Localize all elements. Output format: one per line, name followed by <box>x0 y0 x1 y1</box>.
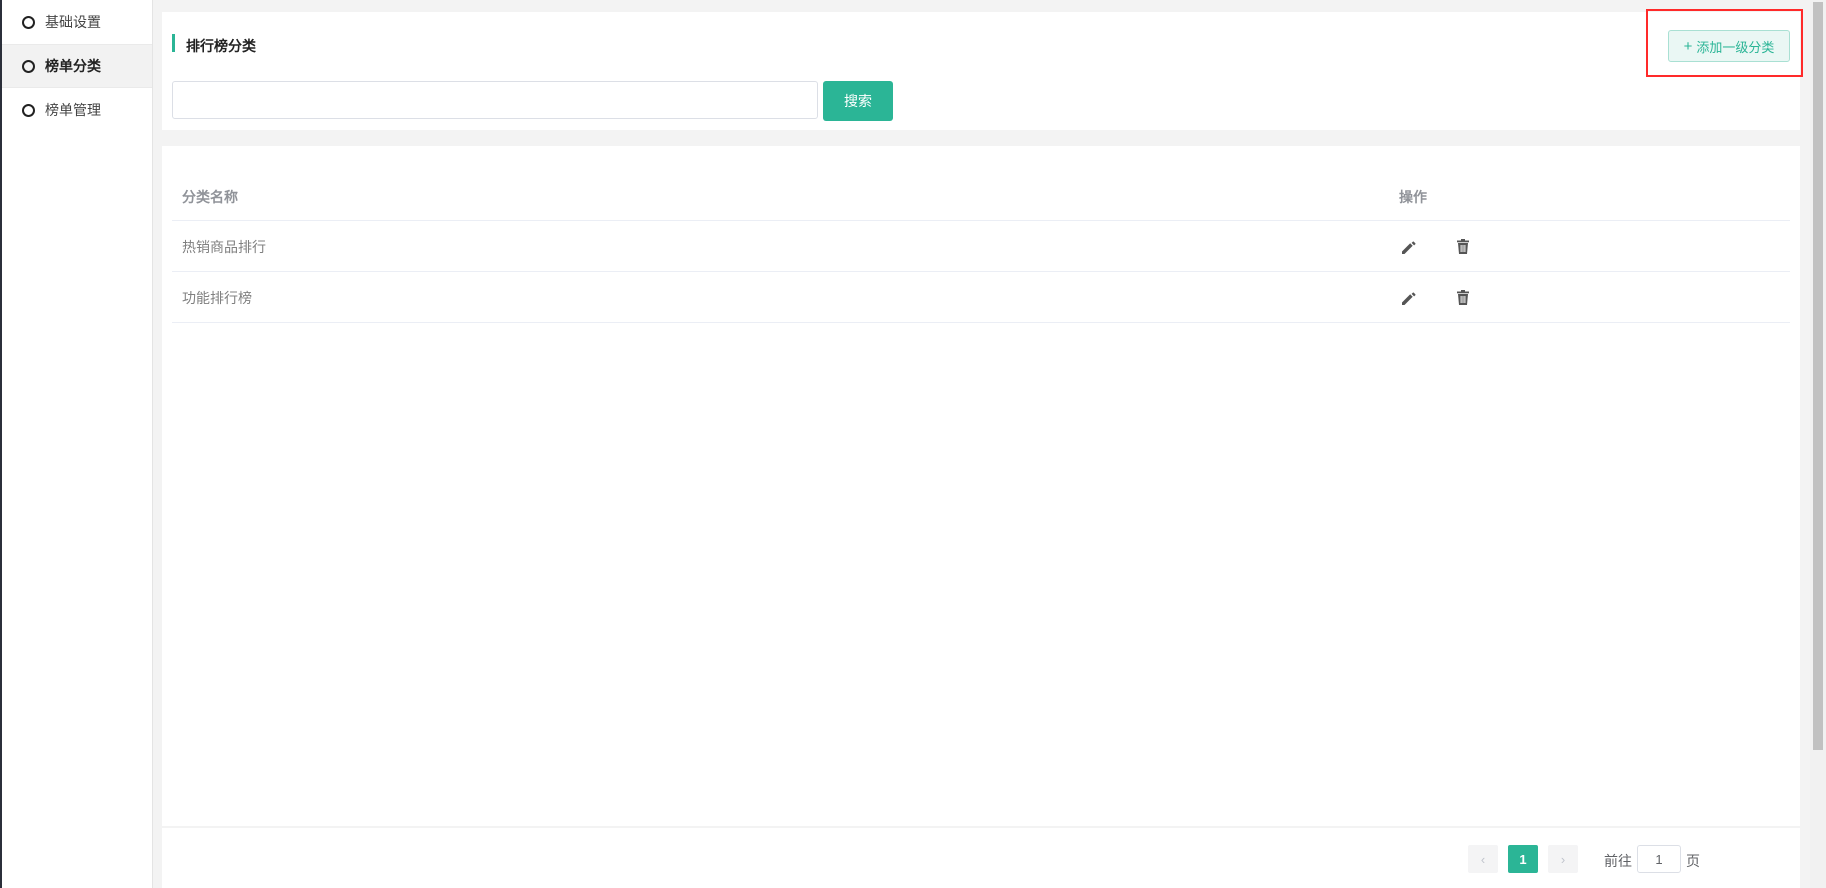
goto-page-input[interactable] <box>1637 845 1681 873</box>
plus-icon: + <box>1683 37 1693 55</box>
page-title: 排行榜分类 <box>186 38 256 54</box>
sidebar-item-label: 基础设置 <box>45 14 101 30</box>
delete-icon[interactable] <box>1453 237 1473 257</box>
sidebar-item-list-management[interactable]: 榜单管理 <box>2 88 152 132</box>
sidebar-item-basic-settings[interactable]: 基础设置 <box>2 0 152 44</box>
search-button[interactable]: 搜索 <box>823 81 893 121</box>
circle-icon <box>22 59 35 73</box>
page-number-button[interactable]: 1 <box>1508 845 1538 873</box>
filter-card: 排行榜分类 搜索 + 添加一级分类 <box>162 12 1800 130</box>
next-page-button[interactable]: › <box>1548 845 1578 873</box>
vertical-scrollbar[interactable] <box>1810 0 1826 888</box>
chevron-right-icon: › <box>1560 851 1566 867</box>
table-card: 分类名称 操作 热销商品排行 功能排行榜 <box>162 146 1800 826</box>
edit-icon[interactable] <box>1399 288 1419 308</box>
edit-icon[interactable] <box>1399 237 1419 257</box>
add-button-label: 添加一级分类 <box>1696 39 1775 55</box>
prev-page-button[interactable]: ‹ <box>1468 845 1498 873</box>
column-header-actions: 操作 <box>1399 189 1427 205</box>
delete-icon[interactable] <box>1453 288 1473 308</box>
category-name-cell: 热销商品排行 <box>182 239 266 255</box>
title-accent-bar <box>172 34 175 52</box>
sidebar: 基础设置 榜单分类 榜单管理 <box>2 0 153 888</box>
page-suffix: 页 <box>1686 853 1700 869</box>
table-header: 分类名称 操作 <box>172 171 1790 221</box>
sidebar-item-label: 榜单管理 <box>45 102 101 118</box>
add-top-category-button[interactable]: + 添加一级分类 <box>1668 30 1790 62</box>
scrollbar-thumb[interactable] <box>1813 2 1823 750</box>
circle-icon <box>22 103 35 117</box>
sidebar-item-label: 榜单分类 <box>45 58 101 74</box>
search-input[interactable] <box>172 81 818 119</box>
table-row: 功能排行榜 <box>172 272 1790 323</box>
goto-label: 前往 <box>1604 853 1632 869</box>
circle-icon <box>22 15 35 29</box>
column-header-name: 分类名称 <box>182 189 238 205</box>
category-name-cell: 功能排行榜 <box>182 290 252 306</box>
table-row: 热销商品排行 <box>172 221 1790 272</box>
pagination-bar: ‹ 1 › 前往 页 <box>162 828 1800 888</box>
chevron-left-icon: ‹ <box>1480 851 1486 867</box>
sidebar-item-list-category[interactable]: 榜单分类 <box>2 44 152 88</box>
